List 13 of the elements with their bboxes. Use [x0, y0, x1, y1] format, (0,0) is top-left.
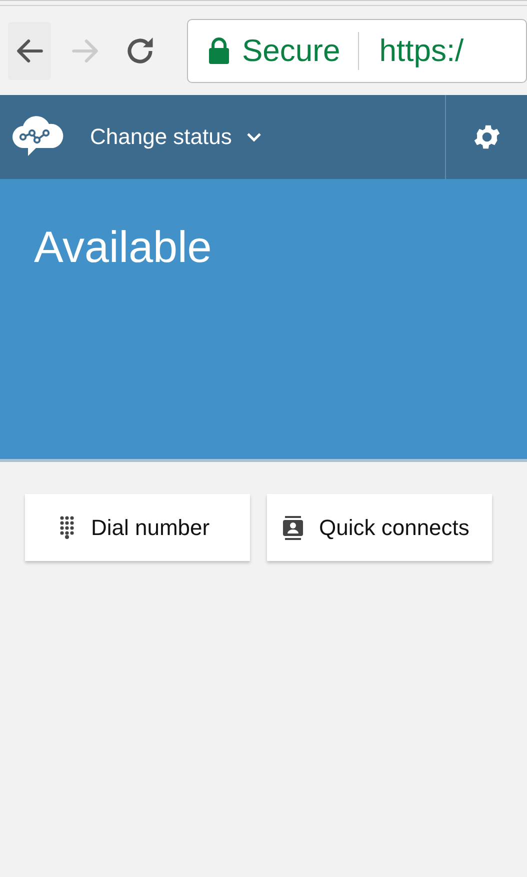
back-button[interactable]	[8, 22, 51, 80]
chevron-down-icon	[246, 131, 262, 143]
quick-connects-button[interactable]: Quick connects	[267, 494, 492, 561]
status-menu[interactable]: Change status	[90, 124, 262, 150]
dial-number-button[interactable]: Dial number	[25, 494, 250, 561]
url-text: https:/	[379, 33, 464, 69]
lock-icon	[208, 37, 230, 65]
contacts-icon	[283, 516, 303, 540]
address-bar[interactable]: Secure https:/	[187, 19, 527, 83]
dialpad-icon	[59, 515, 75, 540]
secure-label: Secure	[242, 32, 360, 70]
status-label: Available	[34, 223, 212, 272]
cloud-logo-icon	[12, 115, 64, 159]
